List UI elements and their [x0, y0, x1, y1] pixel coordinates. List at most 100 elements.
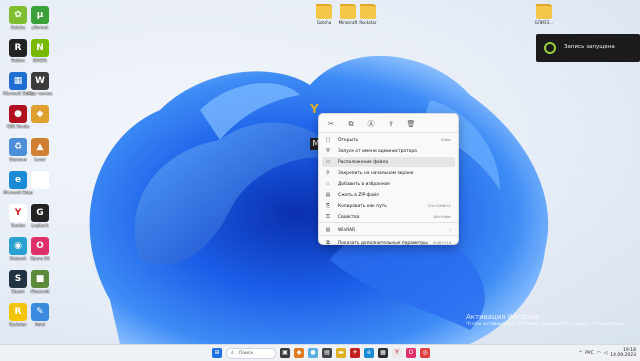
- taskbar-app-1[interactable]: ▣: [280, 348, 290, 358]
- tray-lang[interactable]: РУС: [585, 351, 594, 356]
- menu-item-label: Сжать в ZIP-файл: [338, 192, 379, 198]
- watermark-title: Активация Windows: [466, 313, 540, 321]
- context-menu-item[interactable]: ⧉ Показать дополнительные параметры Shift+…: [322, 238, 455, 248]
- desktop-icon[interactable]: ■ Minecraft: [22, 270, 58, 294]
- share-icon[interactable]: ⇪: [383, 119, 399, 129]
- clock-date: 14.09.2023: [610, 353, 636, 358]
- volume-icon[interactable]: ◁: [604, 351, 607, 356]
- cut-icon[interactable]: ✂: [323, 119, 339, 129]
- desktop-icon-label: Logitech: [31, 223, 49, 228]
- rename-icon[interactable]: Ⓐ: [363, 119, 379, 129]
- activation-watermark: Активация Windows Чтобы активировать Win…: [466, 313, 626, 327]
- menu-divider: [319, 235, 458, 236]
- menu-item-icon: ▭: [325, 159, 331, 165]
- desktop-icon-label: Paint: [35, 322, 45, 327]
- context-menu-item[interactable]: ⚿ Свойства Alt+Enter: [322, 212, 455, 222]
- taskbar-app-4[interactable]: ▤: [322, 348, 332, 358]
- opera-icon[interactable]: O: [406, 348, 416, 358]
- desktop-icon[interactable]: [22, 171, 58, 190]
- desktop-icon[interactable]: ▲ Lunar: [22, 138, 58, 162]
- menu-item-icon: ▢: [325, 137, 331, 143]
- desktop-icon-label: Opera GX: [30, 256, 50, 261]
- menu-item-label: Показать дополнительные параметры: [338, 240, 428, 246]
- menu-item-shortcut: Ctrl+Shift+C: [427, 204, 451, 208]
- context-menu-item[interactable]: ☆ Добавить в избранное: [322, 179, 455, 189]
- menu-item-icon: ⚲: [326, 170, 330, 176]
- desktop-icon-label: Lunar: [34, 157, 46, 162]
- menu-item-label: WinRAR: [338, 227, 356, 233]
- context-menu-item[interactable]: ⎘ Копировать как путь Ctrl+Shift+C: [322, 201, 455, 211]
- folder-icon: [536, 4, 552, 19]
- menu-item-icon: ⧉: [326, 240, 330, 246]
- taskbar-app-8[interactable]: ▦: [378, 348, 388, 358]
- desktop-folder-4[interactable]: БЛИЗЗ...: [526, 4, 562, 25]
- watermark-subtitle: Чтобы активировать Windows, перейдите в …: [466, 322, 627, 327]
- app-icon: G: [31, 204, 49, 222]
- desktop-icon[interactable]: µ μTorrent: [22, 6, 58, 30]
- desktop-icon-label: Мир танков: [27, 91, 53, 96]
- desktop-icon-label: OBS Studio: [6, 124, 30, 129]
- clock[interactable]: 19:18 14.09.2023: [610, 348, 636, 358]
- menu-item-icon: ⎘: [325, 203, 330, 209]
- record-icon: [544, 42, 556, 54]
- menu-item-label: Расположение файла: [338, 159, 389, 165]
- app-icon: ✎: [31, 303, 49, 321]
- menu-item-shortcut: ›: [449, 228, 451, 232]
- taskbar-app-3[interactable]: ●: [308, 348, 318, 358]
- menu-divider: [319, 132, 458, 133]
- desktop-folder-3[interactable]: Rockstar: [350, 4, 386, 25]
- context-menu-item[interactable]: ⛨ Запуск от имени администратора: [322, 146, 455, 156]
- app-icon: O: [31, 237, 49, 255]
- menu-item-icon: ⛨: [326, 148, 330, 154]
- context-menu-actions: ✂ ⧉ Ⓐ ⇪ 🗑: [323, 117, 453, 131]
- menu-item-label: Запуск от имени администратора: [338, 148, 417, 154]
- app-icon: ▲: [31, 138, 49, 156]
- app-icon: W: [31, 72, 49, 90]
- search-icon: ⌕: [231, 350, 234, 356]
- menu-item-icon: ☆: [325, 181, 331, 187]
- app-icon: N: [31, 39, 49, 57]
- edge-icon[interactable]: e: [364, 348, 374, 358]
- context-menu-item[interactable]: ▥ WinRAR ›: [322, 225, 455, 235]
- taskbar-app-11[interactable]: ◎: [420, 348, 430, 358]
- delete-icon[interactable]: 🗑: [403, 119, 419, 129]
- desktop-icon[interactable]: ◆: [22, 105, 58, 124]
- desktop-folder-label: Rockstar: [359, 20, 377, 25]
- context-menu-item[interactable]: ▢ Открыть Enter: [322, 135, 455, 145]
- start-button[interactable]: ⊞: [212, 348, 222, 358]
- taskbar-app-6[interactable]: ✈: [350, 348, 360, 358]
- desktop-folder-label: БЛИЗЗ...: [535, 20, 553, 25]
- menu-item-label: Копировать как путь: [338, 203, 387, 209]
- context-menu: ✂ ⧉ Ⓐ ⇪ 🗑 ▢ Открыть Enter ⛨ Запуск от имени …: [318, 113, 459, 248]
- taskbar: ⊞ ⌕ Поиск ▣ ◆ ● ▤ ▬ ✈ e ▦ Y O ◎ ^ РУС ◠ …: [0, 344, 640, 361]
- menu-item-icon: ▥: [325, 227, 331, 233]
- recording-toast: Запись запущена: [536, 34, 640, 62]
- search-placeholder: Поиск: [239, 350, 254, 356]
- desktop-icon[interactable]: O Opera GX: [22, 237, 58, 261]
- search-box[interactable]: ⌕ Поиск: [226, 348, 276, 359]
- taskbar-app-2[interactable]: ◆: [294, 348, 304, 358]
- menu-divider: [319, 222, 458, 223]
- desktop-icon[interactable]: ✎ Paint: [22, 303, 58, 327]
- context-menu-item[interactable]: ⚲ Закрепить на начальном экране: [322, 168, 455, 178]
- toast-text: Запись запущена: [564, 44, 615, 50]
- app-icon: [31, 171, 49, 189]
- context-menu-item[interactable]: ▤ Сжать в ZIP-файл: [322, 190, 455, 200]
- tray-chevron-icon[interactable]: ^: [578, 351, 582, 356]
- desktop-icon[interactable]: W Мир танков: [22, 72, 58, 96]
- app-icon: ◆: [31, 105, 49, 123]
- network-icon[interactable]: ◠: [597, 351, 601, 356]
- desktop-icon[interactable]: G Logitech: [22, 204, 58, 228]
- desktop-icon-label: Microsoft Edge: [3, 190, 33, 195]
- menu-item-label: Свойства: [338, 214, 360, 220]
- menu-item-icon: ▤: [325, 192, 331, 198]
- folder-icon: [360, 4, 376, 19]
- yandex-icon[interactable]: Y: [392, 348, 402, 358]
- context-menu-item[interactable]: ▭ Расположение файла: [322, 157, 455, 167]
- copy-icon[interactable]: ⧉: [343, 119, 359, 129]
- desktop-icon-label: μTorrent: [31, 25, 49, 30]
- desktop-icon[interactable]: N NVIDIA: [22, 39, 58, 63]
- desktop-icon-label: Minecraft: [30, 289, 50, 294]
- file-explorer-icon[interactable]: ▬: [336, 348, 346, 358]
- desktop-icon-label: NVIDIA: [33, 58, 47, 63]
